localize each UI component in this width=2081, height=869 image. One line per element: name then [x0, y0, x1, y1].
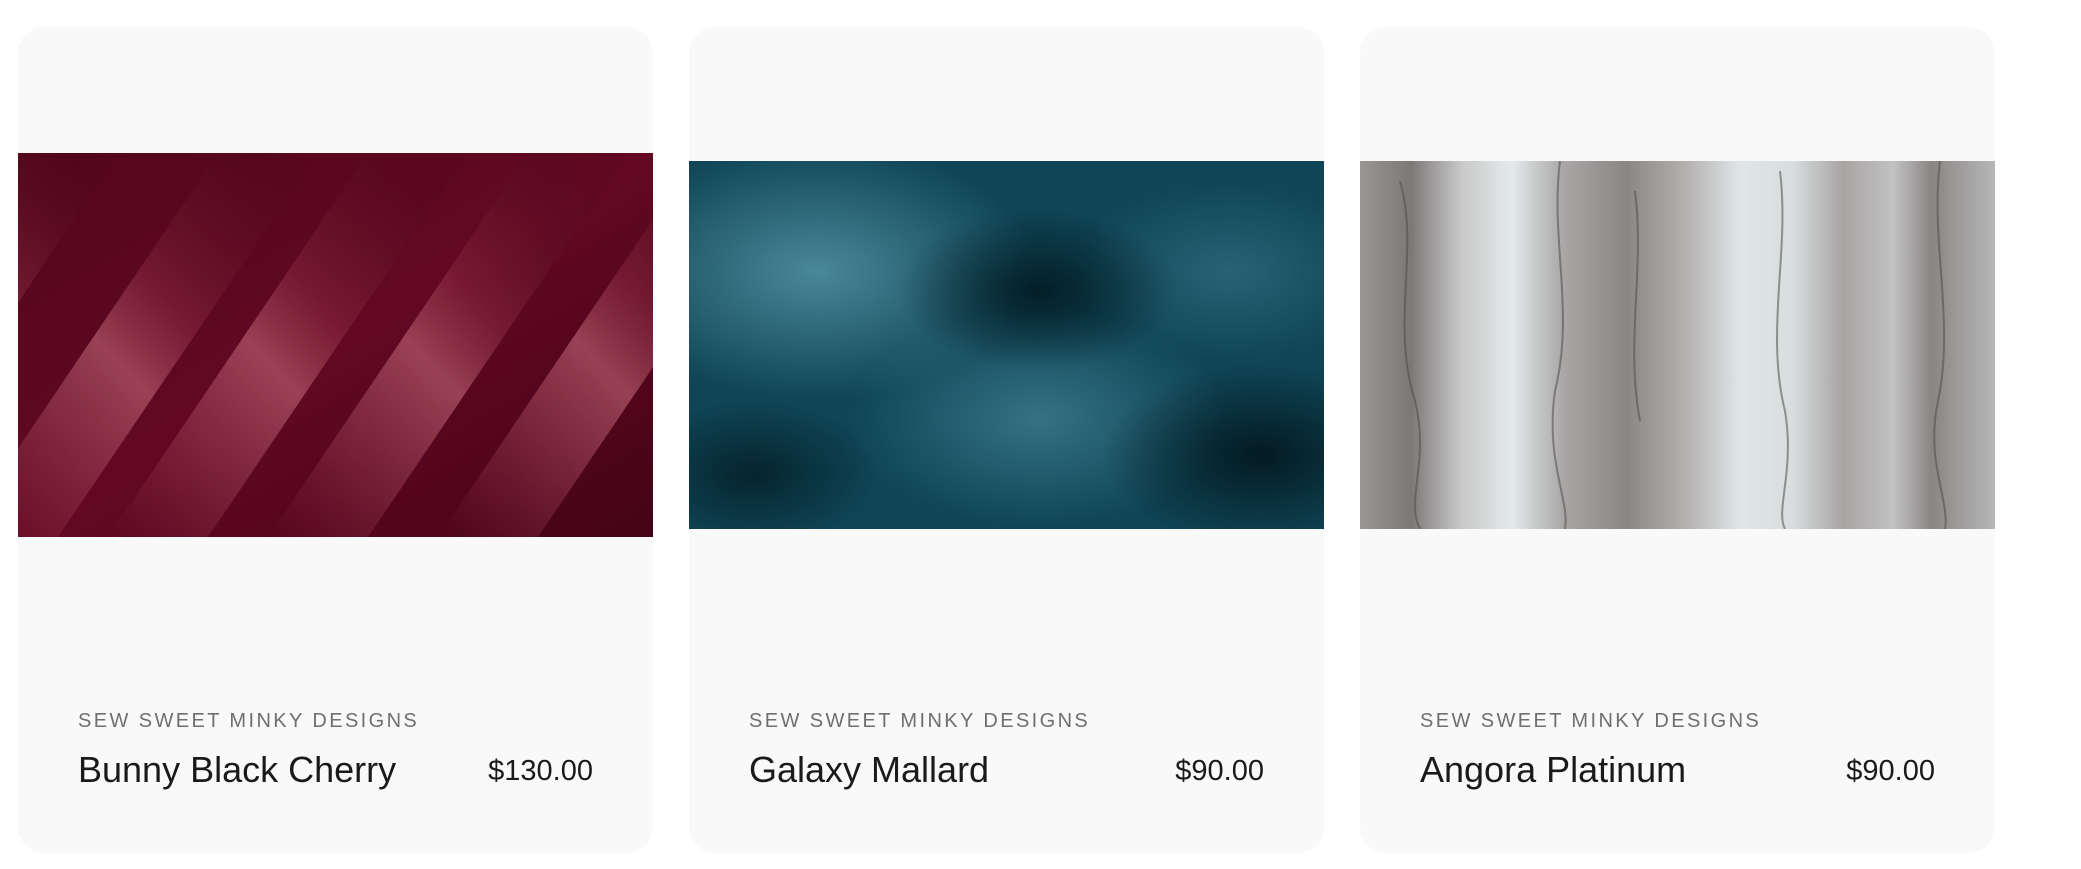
product-grid: SEW SWEET MINKY DESIGNS Bunny Black Cher…: [18, 27, 1995, 853]
product-card[interactable]: SEW SWEET MINKY DESIGNS Galaxy Mallard $…: [689, 27, 1324, 853]
product-title[interactable]: Bunny Black Cherry: [78, 749, 396, 791]
product-title[interactable]: Galaxy Mallard: [749, 749, 989, 791]
product-card[interactable]: SEW SWEET MINKY DESIGNS Angora Platinum …: [1360, 27, 1995, 853]
product-image[interactable]: [18, 153, 653, 537]
product-vendor: SEW SWEET MINKY DESIGNS: [78, 710, 420, 732]
product-image[interactable]: [689, 161, 1324, 529]
product-title[interactable]: Angora Platinum: [1420, 749, 1686, 791]
product-vendor: SEW SWEET MINKY DESIGNS: [749, 710, 1091, 732]
product-price: $90.00: [1175, 755, 1264, 787]
product-price: $130.00: [488, 755, 593, 787]
product-vendor: SEW SWEET MINKY DESIGNS: [1420, 710, 1762, 732]
product-price: $90.00: [1846, 755, 1935, 787]
product-image[interactable]: [1360, 161, 1995, 529]
product-card[interactable]: SEW SWEET MINKY DESIGNS Bunny Black Cher…: [18, 27, 653, 853]
